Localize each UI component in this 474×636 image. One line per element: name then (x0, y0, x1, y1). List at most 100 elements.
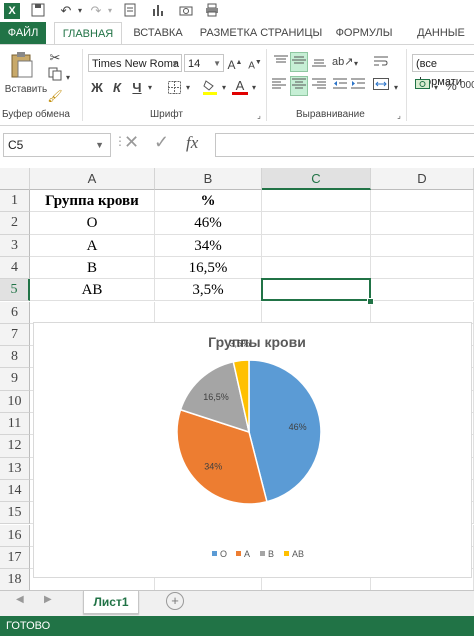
row-header-11[interactable]: 11 (0, 413, 30, 436)
cell-d3[interactable] (371, 234, 474, 257)
row-header-2[interactable]: 2 (0, 212, 30, 235)
row-header-14[interactable]: 14 (0, 479, 30, 503)
row-header-16[interactable]: 16 (0, 524, 30, 547)
cell-b2[interactable]: 46% (155, 212, 262, 235)
align-center-icon[interactable] (290, 76, 308, 96)
orientation-dropdown-icon[interactable]: ▾ (352, 55, 360, 73)
percent-format-icon[interactable]: % (444, 77, 458, 95)
number-format-select[interactable]: (все формати (412, 54, 474, 88)
cell-a1[interactable]: Группа крови (30, 190, 155, 213)
copy-dropdown-icon[interactable]: ▾ (64, 69, 72, 87)
decrease-indent-icon[interactable] (332, 77, 348, 95)
underline-button[interactable]: Ч (130, 79, 144, 97)
tab-insert[interactable]: ВСТАВКА (126, 22, 190, 44)
cell-b6[interactable] (155, 301, 262, 324)
borders-icon[interactable] (166, 81, 182, 99)
font-name-select[interactable]: Times New Roma ▼ (88, 54, 182, 72)
cancel-icon[interactable]: ✕ (124, 132, 139, 153)
add-sheet-button[interactable]: + (166, 592, 184, 610)
fill-color-dropdown-icon[interactable]: ▾ (220, 79, 228, 97)
enter-icon[interactable]: ✓ (154, 132, 169, 153)
save-icon[interactable] (30, 3, 46, 19)
format-painter-icon[interactable]: 🖌 (46, 87, 64, 105)
orientation-icon[interactable]: ab↗ (332, 53, 353, 71)
insert-function-button[interactable]: fx (186, 133, 198, 153)
row-header-18[interactable]: 18 (0, 569, 30, 590)
row-header-6[interactable]: 6 (0, 301, 30, 324)
shrink-font-icon[interactable]: A▼ (247, 54, 263, 75)
sheet-tab-list1[interactable]: Лист1 (83, 591, 139, 614)
tab-home[interactable]: ГЛАВНАЯ (54, 22, 122, 44)
currency-format-icon[interactable] (414, 77, 432, 96)
column-header-b[interactable]: B (155, 168, 262, 190)
cell-c2[interactable] (262, 212, 371, 235)
fill-handle[interactable] (367, 297, 374, 305)
cell-b5[interactable]: 3,5% (155, 279, 262, 302)
cell-c4[interactable] (262, 256, 371, 280)
alignment-dialog-launcher-icon[interactable]: ⌟ (394, 107, 404, 125)
tab-data[interactable]: ДАННЫЕ (408, 22, 474, 44)
tab-page-layout[interactable]: РАЗМЕТКА СТРАНИЦЫ (198, 22, 324, 44)
fill-color-icon[interactable] (202, 79, 218, 100)
row-header-10[interactable]: 10 (0, 390, 30, 413)
cell-c5[interactable] (262, 279, 371, 302)
column-header-a[interactable]: A (30, 168, 155, 190)
cell-a2[interactable]: O (30, 212, 155, 235)
align-bottom-icon[interactable] (310, 54, 328, 72)
print-icon[interactable] (204, 3, 220, 19)
tab-file[interactable]: ФАЙЛ (0, 22, 46, 44)
cell-a6[interactable] (30, 301, 155, 324)
cell-a5[interactable]: AB (30, 279, 155, 302)
paste-label[interactable]: Вставить (2, 81, 50, 99)
name-box[interactable]: C5 ▼ (3, 133, 111, 157)
row-header-4[interactable]: 4 (0, 256, 30, 280)
row-header-9[interactable]: 9 (0, 368, 30, 391)
pie-chart[interactable]: Группы крови 46% 34% 16,5% 3,5% O A B AB (33, 322, 472, 578)
paste-icon[interactable] (8, 51, 36, 79)
cell-d1[interactable] (371, 190, 474, 213)
cell-b1[interactable]: % (155, 190, 262, 213)
scroll-left-icon[interactable]: ◀ (16, 594, 24, 605)
row-header-8[interactable]: 8 (0, 346, 30, 369)
font-size-select[interactable]: 14 ▼ (184, 54, 224, 72)
open-icon[interactable] (122, 3, 138, 19)
column-header-d[interactable]: D (371, 168, 474, 190)
row-header-17[interactable]: 17 (0, 546, 30, 570)
wrap-text-icon[interactable] (372, 54, 390, 72)
cell-d6[interactable] (371, 301, 474, 324)
bold-button[interactable]: Ж (90, 79, 104, 97)
merge-dropdown-icon[interactable]: ▾ (392, 79, 400, 97)
align-middle-icon[interactable] (290, 52, 308, 72)
chart-icon[interactable] (150, 3, 166, 19)
cut-icon[interactable]: ✂ (46, 49, 64, 67)
row-header-5[interactable]: 5 (0, 279, 30, 302)
row-header-15[interactable]: 15 (0, 502, 30, 525)
column-header-c[interactable]: C (262, 168, 371, 190)
cell-a4[interactable]: B (30, 256, 155, 280)
font-color-icon[interactable]: A (232, 77, 248, 95)
grow-font-icon[interactable]: A▲ (227, 54, 243, 74)
row-header-13[interactable]: 13 (0, 457, 30, 480)
cell-d4[interactable] (371, 256, 474, 280)
currency-dropdown-icon[interactable]: ▾ (432, 79, 440, 97)
scroll-right-icon[interactable]: ▶ (44, 594, 52, 605)
row-header-12[interactable]: 12 (0, 435, 30, 458)
formula-input[interactable] (215, 133, 474, 157)
align-top-icon[interactable] (272, 54, 290, 72)
undo-dropdown-icon[interactable]: ▾ (72, 3, 88, 19)
camera-icon[interactable] (178, 3, 194, 19)
font-color-dropdown-icon[interactable]: ▾ (250, 79, 258, 97)
cell-a3[interactable]: A (30, 234, 155, 257)
borders-dropdown-icon[interactable]: ▾ (184, 79, 192, 97)
cell-c1[interactable] (262, 190, 371, 213)
font-dialog-launcher-icon[interactable]: ⌟ (254, 107, 264, 125)
align-left-icon[interactable] (270, 77, 288, 97)
italic-button[interactable]: К (110, 79, 124, 97)
underline-dropdown-icon[interactable]: ▾ (146, 79, 154, 97)
increase-indent-icon[interactable] (350, 77, 366, 95)
row-header-7[interactable]: 7 (0, 323, 30, 347)
cell-b3[interactable]: 34% (155, 234, 262, 257)
row-header-3[interactable]: 3 (0, 234, 30, 257)
cell-c6[interactable] (262, 301, 371, 324)
chart-title[interactable]: Группы крови (208, 334, 306, 350)
